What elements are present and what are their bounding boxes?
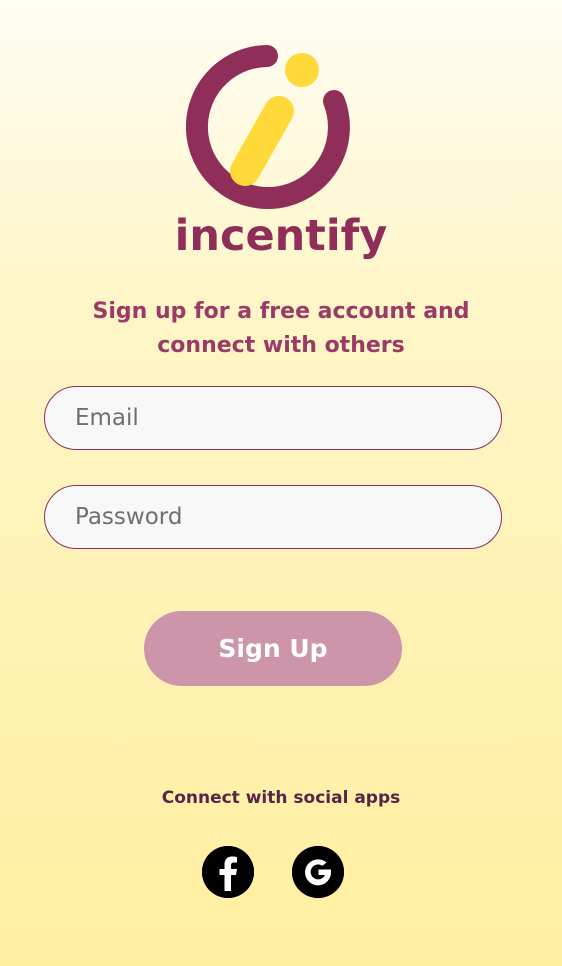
email-input[interactable] bbox=[44, 386, 502, 450]
password-input[interactable] bbox=[44, 485, 502, 549]
brand-wordmark: incentify bbox=[174, 211, 388, 261]
google-icon bbox=[292, 846, 344, 898]
facebook-icon bbox=[202, 846, 254, 898]
google-login-button[interactable] bbox=[292, 846, 344, 898]
social-apps-label: Connect with social apps bbox=[161, 788, 401, 808]
signup-tagline: Sign up for a free account and connect w… bbox=[92, 299, 470, 358]
sign-up-button[interactable]: Sign Up bbox=[144, 611, 402, 686]
incentify-logo-icon bbox=[185, 40, 356, 210]
facebook-login-button[interactable] bbox=[202, 846, 254, 898]
